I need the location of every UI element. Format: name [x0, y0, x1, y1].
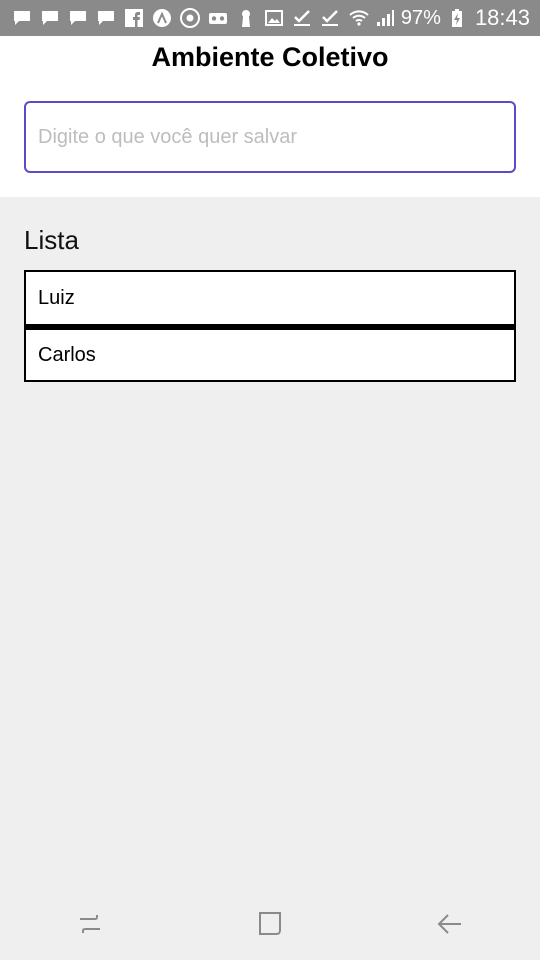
facebook-icon: [124, 8, 144, 28]
main-content: Lista Luiz Carlos: [0, 197, 540, 887]
save-item-input[interactable]: [24, 101, 516, 173]
page-title: Ambiente Coletivo: [151, 42, 389, 72]
battery-percentage: 97%: [400, 6, 441, 29]
keyhole-icon: [236, 8, 256, 28]
battery-charging-icon: [447, 8, 467, 28]
item-list: Luiz Carlos: [24, 270, 516, 382]
system-status: 97% 18:43: [349, 5, 530, 31]
back-icon: [437, 913, 461, 934]
navigation-bar: [0, 887, 540, 960]
home-button[interactable]: [240, 894, 300, 954]
chrome-icon: [180, 8, 200, 28]
list-title: Lista: [24, 225, 79, 255]
status-bar: 97% 18:43: [0, 0, 540, 36]
app-icon: [152, 8, 172, 28]
message-icon: [96, 8, 116, 28]
back-button[interactable]: [420, 894, 480, 954]
recent-apps-button[interactable]: [60, 894, 120, 954]
header: Ambiente Coletivo: [0, 36, 540, 197]
list-item[interactable]: Carlos: [24, 326, 516, 382]
clock: 18:43: [474, 5, 530, 30]
recent-apps-icon: [80, 914, 100, 933]
home-icon: [259, 911, 281, 935]
image-icon: [264, 8, 284, 28]
voicemail-icon: [208, 8, 228, 28]
notification-icons: [12, 8, 340, 28]
wifi-icon: [349, 8, 369, 28]
signal-icon: [375, 8, 395, 28]
download-done-icon: [292, 8, 312, 28]
message-icon: [68, 8, 88, 28]
download-done-icon: [320, 8, 340, 28]
message-icon: [40, 8, 60, 28]
list-item[interactable]: Luiz: [24, 270, 516, 326]
message-icon: [12, 8, 32, 28]
